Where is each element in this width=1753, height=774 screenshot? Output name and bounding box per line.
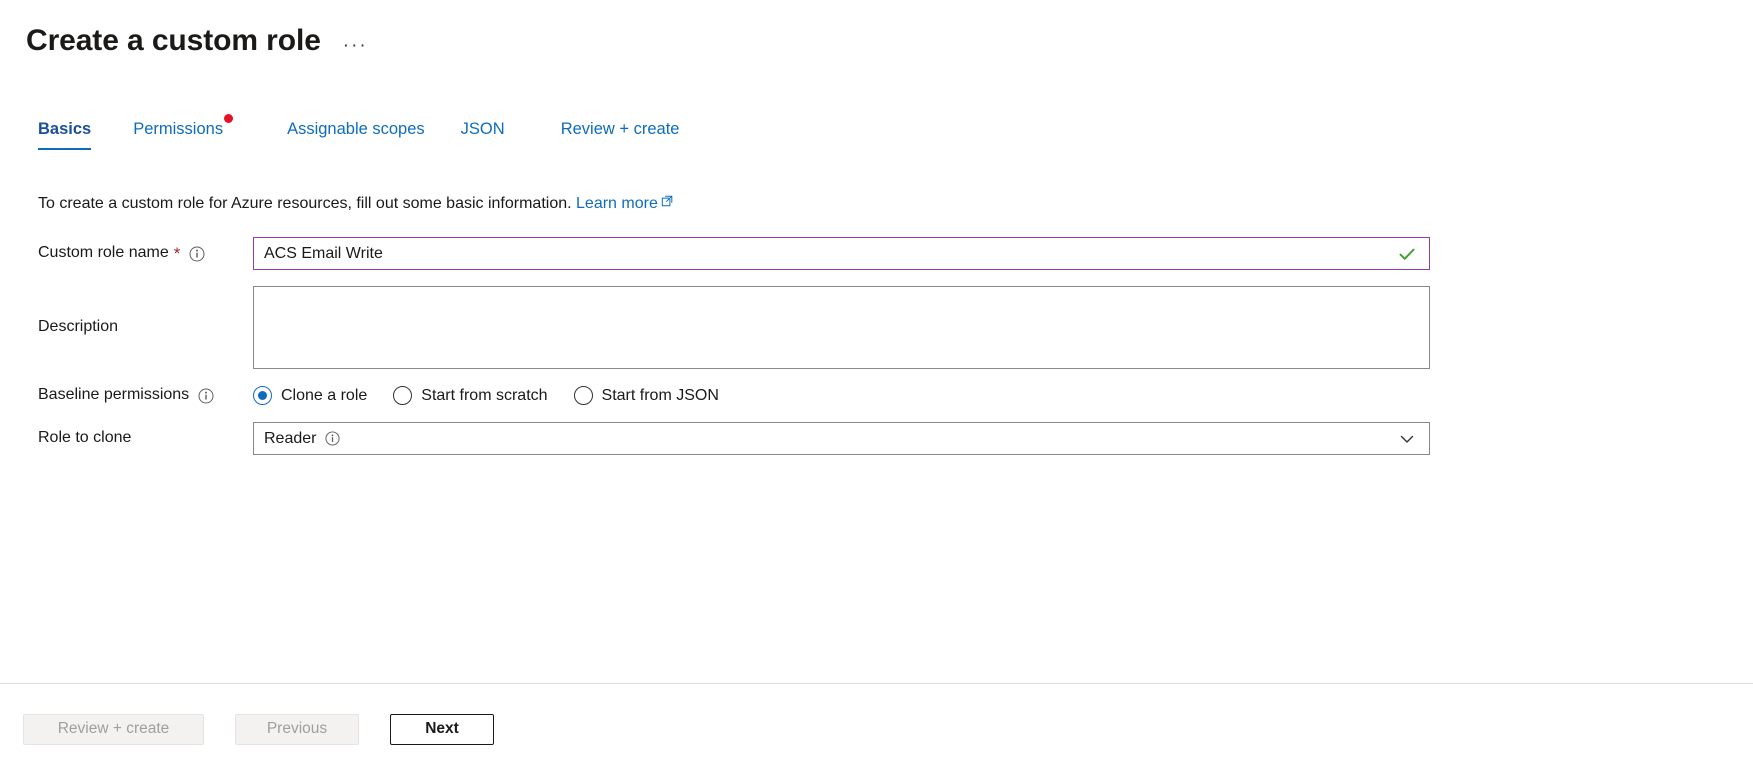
role-to-clone-value-wrap: Reader [264, 430, 1397, 448]
wizard-tab-bar: Basics Permissions Assignable scopes JSO… [0, 110, 1753, 150]
intro-text: To create a custom role for Azure resour… [38, 192, 1715, 215]
tab-basics-label: Basics [38, 120, 92, 139]
row-baseline-permissions: Baseline permissions Clone a role Start … [38, 385, 1715, 406]
radio-start-from-json[interactable]: Start from JSON [573, 386, 719, 406]
required-asterisk: * [173, 244, 181, 264]
custom-role-name-value: ACS Email Write [264, 244, 383, 262]
row-role-to-clone: Role to clone Reader [38, 422, 1715, 456]
page-header: Create a custom role ··· [0, 0, 1753, 62]
checkmark-icon [1397, 244, 1417, 264]
radio-start-from-json-indicator [573, 386, 593, 406]
field-custom-role-name: ACS Email Write [253, 237, 1430, 271]
tab-json[interactable]: JSON [461, 120, 505, 150]
info-icon[interactable] [198, 388, 214, 404]
more-options-ellipsis-icon[interactable]: ··· [343, 36, 368, 55]
label-baseline-permissions: Baseline permissions [38, 385, 253, 406]
review-create-button[interactable]: Review + create [23, 713, 204, 745]
next-button[interactable]: Next [390, 713, 494, 745]
radio-start-from-scratch-indicator [393, 386, 413, 406]
tab-review-create[interactable]: Review + create [561, 120, 680, 150]
label-custom-role-name: Custom role name * [38, 243, 253, 264]
tab-permissions-label: Permissions [133, 120, 224, 139]
learn-more-label: Learn more [576, 195, 658, 212]
tab-basics[interactable]: Basics [38, 120, 92, 150]
label-description: Description [38, 317, 253, 338]
role-to-clone-select[interactable]: Reader [253, 422, 1430, 456]
field-description [253, 286, 1430, 370]
radio-start-from-scratch[interactable]: Start from scratch [393, 386, 548, 406]
basics-form: Custom role name * ACS Email Write Descr… [38, 237, 1715, 456]
radio-start-from-scratch-label: Start from scratch [421, 386, 548, 404]
form-content: To create a custom role for Azure resour… [0, 192, 1753, 456]
radio-clone-a-role-indicator [253, 386, 272, 406]
tab-permissions-alert-dot-icon [224, 114, 234, 124]
page-title: Create a custom role [26, 23, 321, 57]
tab-permissions[interactable]: Permissions [133, 114, 234, 150]
row-description: Description [38, 286, 1715, 370]
row-custom-role-name: Custom role name * ACS Email Write [38, 237, 1715, 271]
radio-clone-a-role-label: Clone a role [281, 386, 368, 404]
learn-more-link[interactable]: Learn more [576, 195, 658, 212]
label-baseline-permissions-text: Baseline permissions [38, 386, 190, 404]
tab-assignable-scopes-label: Assignable scopes [287, 120, 425, 139]
chevron-down-icon [1397, 429, 1417, 449]
label-role-to-clone: Role to clone [38, 428, 253, 449]
field-role-to-clone: Reader [253, 422, 1430, 456]
info-icon[interactable] [189, 246, 205, 262]
intro-sentence: To create a custom role for Azure resour… [38, 195, 572, 212]
label-custom-role-name-text: Custom role name [38, 244, 169, 262]
radio-start-from-json-label: Start from JSON [601, 386, 719, 404]
tab-json-label: JSON [460, 120, 505, 139]
custom-role-name-input[interactable]: ACS Email Write [253, 237, 1430, 271]
field-baseline-permissions: Clone a role Start from scratch Start fr… [253, 386, 1430, 406]
info-icon[interactable] [325, 431, 341, 446]
baseline-permissions-radio-group: Clone a role Start from scratch Start fr… [253, 386, 1430, 406]
external-link-icon [661, 192, 673, 214]
radio-clone-a-role[interactable]: Clone a role [253, 386, 368, 406]
description-textarea[interactable] [253, 286, 1430, 370]
label-description-text: Description [38, 318, 119, 336]
label-role-to-clone-text: Role to clone [38, 429, 132, 447]
tab-assignable-scopes[interactable]: Assignable scopes [287, 120, 425, 150]
previous-button[interactable]: Previous [235, 713, 359, 745]
tab-review-create-label: Review + create [560, 120, 680, 139]
wizard-footer: Review + create Previous Next [0, 683, 1753, 774]
role-to-clone-value: Reader [264, 429, 317, 447]
